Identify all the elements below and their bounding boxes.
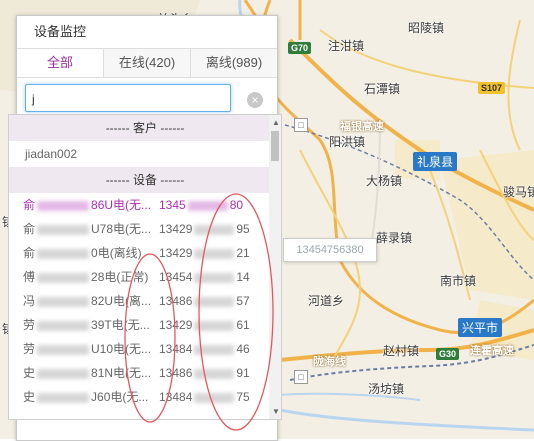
redacted-block <box>187 200 228 211</box>
clear-icon[interactable]: × <box>247 92 263 108</box>
tab-online[interactable]: 在线(420) <box>103 49 190 77</box>
device-phone: 13429 95 <box>159 222 250 236</box>
redacted-block <box>194 344 235 355</box>
redacted-block <box>194 248 235 259</box>
device-group-header: ------ 设备 ------ <box>9 167 281 193</box>
map-place-label: 昭陵镇 <box>408 21 445 35</box>
map-place-label: 石潭镇 <box>364 82 401 96</box>
device-item[interactable]: 史 81N电(无... 13486 91 <box>9 361 281 385</box>
redacted-block <box>37 392 90 403</box>
map-place-label: 大杨镇 <box>366 174 403 188</box>
road-name-label: 陇海线 <box>313 356 346 368</box>
client-item[interactable]: jiadan002 <box>9 141 281 167</box>
scroll-up-icon[interactable]: ▲ <box>272 118 280 127</box>
phone-tooltip: 13454756380 <box>283 238 377 262</box>
highway-shield: G70 <box>288 42 312 54</box>
map-place-label: 南市镇 <box>440 274 477 288</box>
device-item[interactable]: 劳 U10电(无... 13484 46 <box>9 337 281 361</box>
redacted-block <box>37 272 90 283</box>
map-place-label: 赵村镇 <box>383 344 420 358</box>
device-phone: 1345 80 <box>159 198 244 212</box>
tab-offline[interactable]: 离线(989) <box>190 49 277 77</box>
redacted-block <box>37 296 90 307</box>
highway-shield: S107 <box>478 82 506 94</box>
device-phone: 13486 91 <box>159 366 250 380</box>
device-item[interactable]: 傅 28电(正常) 13454 14 <box>9 265 281 289</box>
client-group-header: ------ 客户 ------ <box>9 115 281 141</box>
redacted-block <box>37 320 90 331</box>
redacted-block <box>37 200 90 211</box>
device-name: 史 81N电(无... <box>23 366 152 380</box>
device-list: 俞 86U电(无... 1345 80 俞 U78电(无... 13429 95 俞 0电(离线)… <box>9 193 281 409</box>
device-name: 俞 U78电(无... <box>23 222 152 236</box>
device-name: 史 J60电(无... <box>23 390 149 404</box>
map-marker-icon[interactable]: □ <box>294 370 308 384</box>
redacted-block <box>37 368 90 379</box>
device-item[interactable]: 史 J60电(无... 13484 75 <box>9 385 281 409</box>
device-name: 劳 U10电(无... <box>23 342 152 356</box>
device-phone: 13486 57 <box>159 294 250 308</box>
redacted-block <box>194 320 235 331</box>
city-badge: 兴平市 <box>458 318 503 337</box>
redacted-block <box>194 296 235 307</box>
device-name: 傅 28电(正常) <box>23 270 149 284</box>
redacted-block <box>194 392 235 403</box>
device-name: 冯 82U电(离... <box>23 294 152 308</box>
map-place-label: 注泔镇 <box>328 39 365 53</box>
map-place-label: 阳洪镇 <box>329 135 366 149</box>
device-name: 俞 0电(离线) <box>23 246 142 260</box>
map-place-label: 汤坊镇 <box>368 382 405 396</box>
device-item[interactable]: 俞 86U电(无... 1345 80 <box>9 193 281 217</box>
redacted-block <box>194 272 235 283</box>
redacted-block <box>37 224 90 235</box>
city-badge: 礼泉县 <box>413 152 458 171</box>
device-name: 劳 39T电(无... <box>23 318 150 332</box>
search-input[interactable]: j <box>25 84 231 112</box>
highway-shield: G30 <box>436 348 460 360</box>
search-suggestions: ------ 客户 ------ jiadan002 ------ 设备 ---… <box>8 114 282 420</box>
panel-title: 设备监控 <box>17 16 277 49</box>
device-item[interactable]: 劳 39T电(无... 13429 61 <box>9 313 281 337</box>
redacted-block <box>37 248 90 259</box>
device-name: 俞 86U电(无... <box>23 198 152 212</box>
device-item[interactable]: 冯 82U电(离... 13486 57 <box>9 289 281 313</box>
redacted-block <box>194 224 235 235</box>
scroll-thumb[interactable] <box>271 131 279 161</box>
device-item[interactable]: 俞 U78电(无... 13429 95 <box>9 217 281 241</box>
device-phone: 13484 75 <box>159 390 250 404</box>
map-place-label: 骏马镇 <box>503 185 534 199</box>
road-name-label: 福银高速 <box>340 121 384 133</box>
road-name-label: 连霍高速 <box>470 345 514 357</box>
device-phone: 13454 14 <box>159 270 250 284</box>
device-phone: 13429 21 <box>159 246 250 260</box>
map-place-label: 薛录镇 <box>376 231 413 245</box>
tab-all[interactable]: 全部 <box>17 49 103 77</box>
device-phone: 13429 61 <box>159 318 250 332</box>
scrollbar[interactable]: ▲ ▼ <box>269 115 281 419</box>
device-phone: 13484 46 <box>159 342 250 356</box>
scroll-down-icon[interactable]: ▼ <box>272 407 280 416</box>
redacted-block <box>194 368 235 379</box>
redacted-block <box>37 344 90 355</box>
status-tabs: 全部 在线(420) 离线(989) <box>17 49 277 78</box>
device-item[interactable]: 俞 0电(离线) 13429 21 <box>9 241 281 265</box>
map-marker-icon[interactable]: □ <box>294 118 308 132</box>
map-place-label: 河道乡 <box>308 294 345 308</box>
